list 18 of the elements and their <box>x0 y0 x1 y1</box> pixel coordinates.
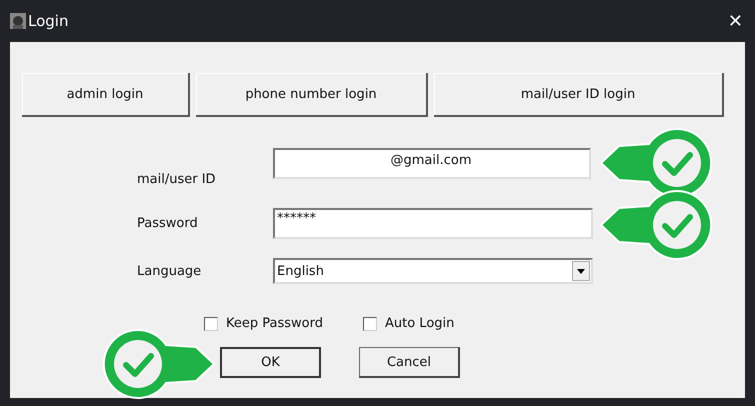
field-label: Password <box>136 216 199 231</box>
field-label: mail/user ID <box>136 172 217 187</box>
checkbox-label[interactable]: Auto Login <box>384 316 454 331</box>
app-icon <box>10 13 26 29</box>
login-mode-button[interactable]: mail/user ID login <box>434 73 724 117</box>
checkbox[interactable] <box>204 316 218 330</box>
password-field[interactable]: ****** <box>273 208 593 239</box>
checkbox[interactable] <box>362 316 377 330</box>
close-icon[interactable]: ✕ <box>728 10 743 32</box>
dialog-button[interactable]: Cancel <box>359 347 460 378</box>
login-mode-button[interactable]: phone number login <box>196 73 428 117</box>
window-title: Login <box>28 12 68 30</box>
checkbox-label[interactable]: Keep Password <box>226 316 323 331</box>
language-dropdown[interactable]: English <box>273 258 593 284</box>
dialog-button[interactable]: OK <box>220 347 321 378</box>
login-mode-button[interactable]: admin login <box>22 73 190 117</box>
field-label: Language <box>136 264 202 278</box>
input-field[interactable]: @gmail.com <box>273 148 591 179</box>
